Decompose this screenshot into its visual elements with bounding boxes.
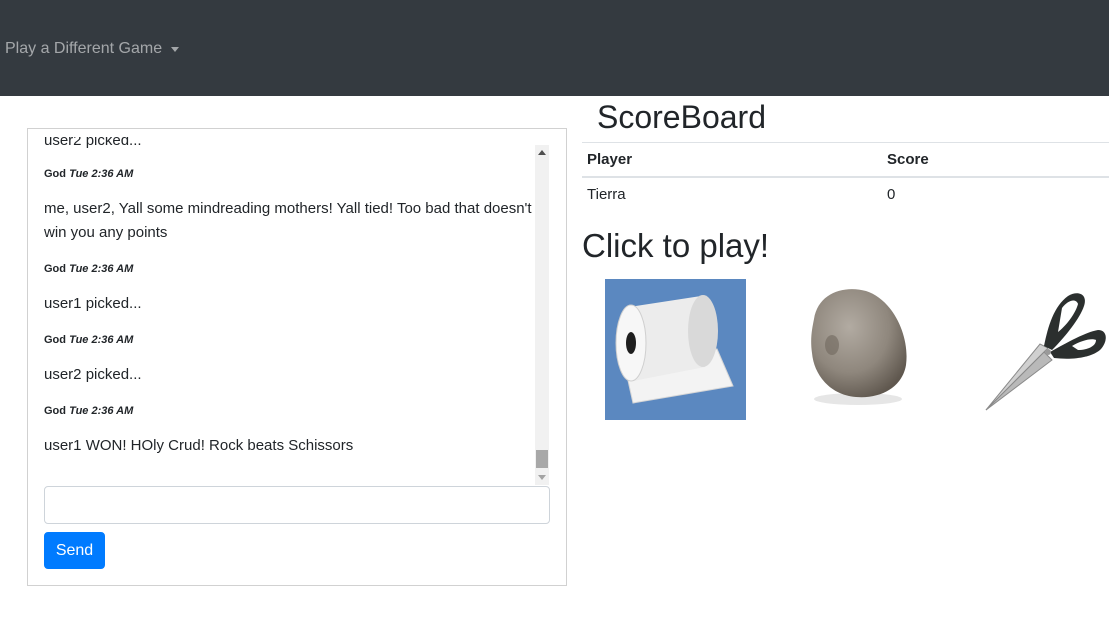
scroll-up-arrow-icon[interactable] (538, 150, 546, 155)
paper-roll-icon (605, 279, 746, 420)
player-name-cell: Tierra (587, 185, 626, 203)
message-author: God (44, 405, 66, 417)
chat-message: user2 picked... (44, 366, 142, 383)
paper-choice-button[interactable] (605, 279, 746, 420)
table-row: Tierra 0 (582, 177, 1109, 211)
chat-panel: user2 picked... God Tue 2:36 AM me, user… (27, 128, 567, 586)
message-time: Tue 2:36 AM (69, 334, 134, 346)
chat-message-meta: God Tue 2:36 AM (44, 167, 534, 181)
scissors-icon (985, 293, 1106, 411)
dropdown-label: Play a Different Game (5, 40, 163, 57)
chat-message: user1 WON! HOly Crud! Rock beats Schisso… (44, 437, 354, 454)
chat-message-input[interactable] (44, 486, 550, 524)
chat-message-meta: God Tue 2:36 AM (44, 404, 534, 418)
chat-scrollbar[interactable] (535, 145, 549, 485)
score-column-header: Score (882, 142, 1109, 178)
player-column-header: Player (582, 142, 882, 178)
scoreboard-title: ScoreBoard (597, 99, 766, 135)
scoreboard-header-row: Player Score (582, 142, 1109, 178)
navbar: Play a Different Game (0, 0, 1109, 96)
message-time: Tue 2:36 AM (69, 405, 134, 417)
chat-message: me, user2, Yall some mindreading mothers… (44, 200, 532, 241)
chat-message-meta: God Tue 2:36 AM (44, 262, 534, 276)
caret-down-icon (171, 47, 180, 52)
send-button[interactable]: Send (44, 532, 105, 569)
rock-choice-button[interactable] (800, 279, 912, 409)
message-time: Tue 2:36 AM (69, 168, 134, 180)
scoreboard-table: Player Score Tierra 0 (582, 142, 1109, 211)
scissors-choice-button[interactable] (982, 286, 1109, 414)
chat-message: user1 picked... (44, 295, 142, 312)
chat-log[interactable]: user2 picked... God Tue 2:36 AM me, user… (44, 137, 534, 485)
message-author: God (44, 334, 66, 346)
chat-message: user2 picked... (44, 137, 142, 149)
message-time: Tue 2:36 AM (69, 263, 134, 275)
chat-message-meta: God Tue 2:36 AM (44, 333, 534, 347)
message-author: God (44, 263, 66, 275)
click-to-play-heading: Click to play! (582, 227, 770, 264)
play-different-game-dropdown[interactable]: Play a Different Game (5, 38, 180, 60)
rock-icon (811, 289, 907, 405)
player-score-cell: 0 (887, 185, 896, 203)
message-author: God (44, 168, 66, 180)
scroll-thumb[interactable] (536, 450, 548, 468)
scroll-down-arrow-icon[interactable] (538, 475, 546, 480)
